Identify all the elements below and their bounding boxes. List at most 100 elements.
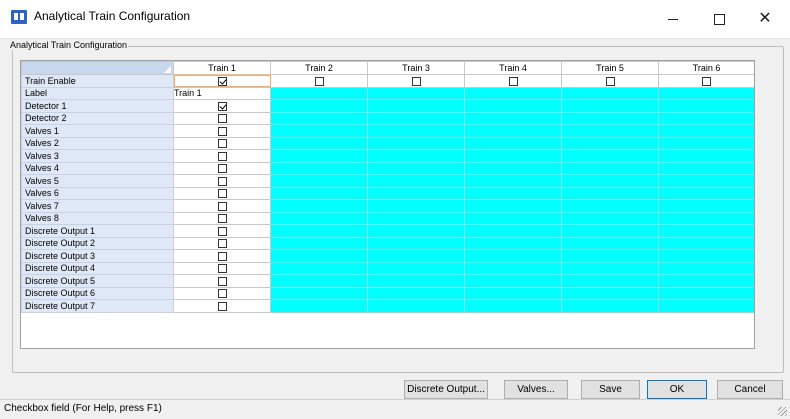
valves-8-train-3-disabled-cell (367, 211, 465, 225)
ok-button[interactable]: OK (647, 380, 707, 399)
train-2-enable-checkbox[interactable] (314, 76, 324, 86)
valves-5-train-6-disabled-cell (658, 174, 754, 188)
train-1-enable-checkbox[interactable] (217, 76, 227, 86)
discrete-output-5-train-4-disabled-cell (464, 274, 562, 288)
train-1-valves-6-checkbox[interactable] (217, 189, 227, 199)
train-1-discrete-output-3-cell (173, 249, 271, 263)
valves-7-train-5-disabled-cell (561, 199, 659, 213)
minimize-icon (668, 18, 678, 20)
valves-5-train-5-disabled-cell (561, 174, 659, 188)
train-1-discrete-output-2-cell (173, 236, 271, 250)
train-1-valves-8-checkbox[interactable] (217, 214, 227, 224)
valves-4-train-4-disabled-cell (464, 161, 562, 175)
discrete-output-3-train-4-disabled-cell (464, 249, 562, 263)
detector-1-train-3-disabled-cell (367, 99, 465, 113)
valves-3-train-2-disabled-cell (270, 149, 368, 163)
train-1-discrete-output-6-cell (173, 286, 271, 300)
table-row: Discrete Output 2 (21, 236, 754, 250)
valves-button[interactable]: Valves... (504, 380, 568, 399)
valves-5-train-2-disabled-cell (270, 174, 368, 188)
train-1-enable-cell (173, 74, 271, 88)
cancel-button[interactable]: Cancel (717, 380, 783, 399)
table-row: Valves 7 (21, 199, 754, 213)
row-header-valves-8: Valves 8 (21, 211, 174, 225)
discrete-output-1-train-2-disabled-cell (270, 224, 368, 238)
discrete-output-4-train-4-disabled-cell (464, 261, 562, 275)
row-header-valves-6: Valves 6 (21, 186, 174, 200)
detector-1-train-5-disabled-cell (561, 99, 659, 113)
train-2-enable-cell (270, 74, 368, 88)
train-1-discrete-output-2-checkbox[interactable] (217, 239, 227, 249)
train-1-discrete-output-3-checkbox[interactable] (217, 251, 227, 261)
train-4-enable-checkbox[interactable] (508, 76, 518, 86)
train-1-valves-8-cell (173, 211, 271, 225)
maximize-button[interactable] (696, 0, 742, 38)
train-1-detector-2-checkbox[interactable] (217, 114, 227, 124)
train-1-discrete-output-1-checkbox[interactable] (217, 226, 227, 236)
valves-5-train-3-disabled-cell (367, 174, 465, 188)
train-3-enable-checkbox[interactable] (411, 76, 421, 86)
discrete-output-7-train-3-disabled-cell (367, 299, 465, 313)
train-1-valves-7-checkbox[interactable] (217, 201, 227, 211)
discrete-output-2-train-5-disabled-cell (561, 236, 659, 250)
discrete-output-1-train-5-disabled-cell (561, 224, 659, 238)
valves-8-train-5-disabled-cell (561, 211, 659, 225)
minimize-button[interactable] (650, 0, 696, 38)
table-row: Discrete Output 4 (21, 261, 754, 275)
resize-grip-icon[interactable] (778, 407, 787, 416)
discrete-output-5-train-3-disabled-cell (367, 274, 465, 288)
valves-3-train-3-disabled-cell (367, 149, 465, 163)
train-5-enable-checkbox[interactable] (605, 76, 615, 86)
row-header-discrete-output-7: Discrete Output 7 (21, 299, 174, 313)
discrete-output-7-train-2-disabled-cell (270, 299, 368, 313)
train-1-detector-1-checkbox[interactable] (217, 101, 227, 111)
train-1-valves-3-checkbox[interactable] (217, 151, 227, 161)
discrete-output-7-train-4-disabled-cell (464, 299, 562, 313)
discrete-output-6-train-6-disabled-cell (658, 286, 754, 300)
config-grid[interactable]: Train 1 Train 2 Train 3 Train 4 Train 5 Train… (20, 60, 755, 349)
label-train-2-disabled-cell (270, 86, 368, 100)
valves-7-train-4-disabled-cell (464, 199, 562, 213)
train-1-label-field[interactable]: Train 1 (173, 86, 271, 100)
train-1-discrete-output-4-checkbox[interactable] (217, 264, 227, 274)
discrete-output-1-train-3-disabled-cell (367, 224, 465, 238)
discrete-output-3-train-6-disabled-cell (658, 249, 754, 263)
valves-1-train-4-disabled-cell (464, 124, 562, 138)
app-icon (11, 10, 27, 24)
discrete-output-7-train-5-disabled-cell (561, 299, 659, 313)
table-row: Valves 4 (21, 161, 754, 175)
close-button[interactable]: ✕ (742, 0, 788, 38)
save-button[interactable]: Save (581, 380, 640, 399)
discrete-output-6-train-4-disabled-cell (464, 286, 562, 300)
train-1-valves-2-checkbox[interactable] (217, 139, 227, 149)
train-1-valves-3-cell (173, 149, 271, 163)
valves-5-train-4-disabled-cell (464, 174, 562, 188)
train-1-discrete-output-5-checkbox[interactable] (217, 276, 227, 286)
valves-4-train-5-disabled-cell (561, 161, 659, 175)
train-6-enable-checkbox[interactable] (702, 76, 711, 86)
valves-2-train-2-disabled-cell (270, 136, 368, 150)
table-row: Valves 6 (21, 186, 754, 200)
train-1-valves-1-checkbox[interactable] (217, 126, 227, 136)
discrete-output-3-train-3-disabled-cell (367, 249, 465, 263)
maximize-icon (713, 13, 725, 25)
select-all-corner[interactable] (21, 61, 174, 75)
train-6-enable-cell (658, 74, 754, 88)
valves-6-train-6-disabled-cell (658, 186, 754, 200)
train-1-valves-5-checkbox[interactable] (217, 176, 227, 186)
train-1-discrete-output-6-checkbox[interactable] (217, 289, 227, 299)
table-row: Discrete Output 3 (21, 249, 754, 263)
status-bar: Checkbox field (For Help, press F1) (0, 399, 790, 419)
valves-7-train-6-disabled-cell (658, 199, 754, 213)
corner-triangle-icon (164, 66, 171, 73)
discrete-output-6-train-5-disabled-cell (561, 286, 659, 300)
discrete-output-button[interactable]: Discrete Output... (404, 380, 488, 399)
valves-6-train-3-disabled-cell (367, 186, 465, 200)
train-1-valves-4-checkbox[interactable] (217, 164, 227, 174)
config-table: Train 1 Train 2 Train 3 Train 4 Train 5 Train… (21, 61, 754, 313)
train-1-discrete-output-7-checkbox[interactable] (217, 301, 227, 311)
valves-6-train-5-disabled-cell (561, 186, 659, 200)
row-header-valves-7: Valves 7 (21, 199, 174, 213)
column-header-train-4: Train 4 (464, 61, 562, 75)
discrete-output-4-train-3-disabled-cell (367, 261, 465, 275)
